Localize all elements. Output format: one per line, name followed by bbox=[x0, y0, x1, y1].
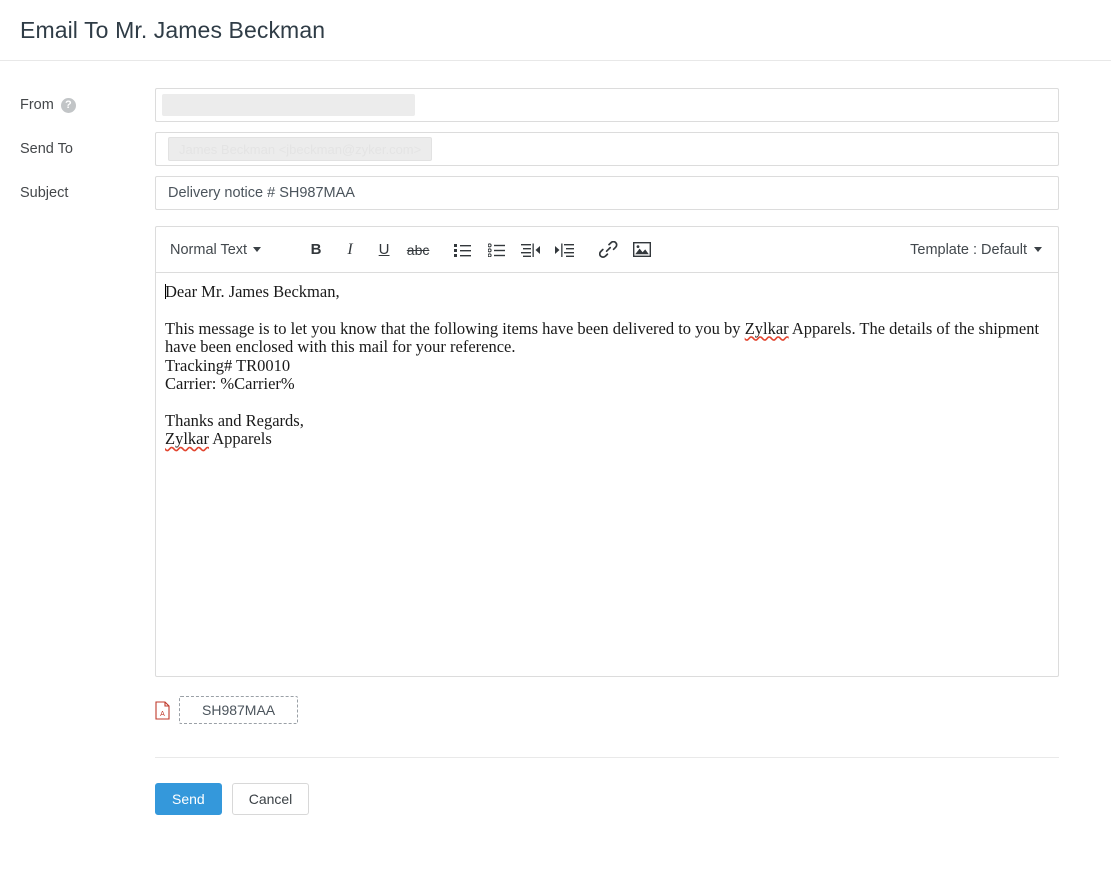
body-para1-part1: This message is to let you know that the… bbox=[165, 319, 745, 338]
numbered-list-icon[interactable] bbox=[479, 235, 513, 265]
from-field[interactable] bbox=[155, 88, 1059, 122]
from-row: From ? bbox=[0, 88, 1111, 122]
chevron-down-icon bbox=[253, 247, 261, 252]
outdent-icon[interactable] bbox=[513, 235, 547, 265]
body-blank-line-2 bbox=[165, 394, 1046, 412]
body-brand-misspelled: Zylkar bbox=[745, 319, 789, 338]
body-signoff: Thanks and Regards, bbox=[165, 412, 1046, 431]
body-blank-line-1 bbox=[165, 302, 1046, 320]
signature-rest: Apparels bbox=[209, 429, 272, 448]
footer-actions: Send Cancel bbox=[155, 783, 1111, 815]
send-to-label: Send To bbox=[20, 132, 73, 166]
page-header: Email To Mr. James Beckman bbox=[0, 0, 1111, 61]
svg-text:A: A bbox=[160, 711, 165, 718]
body-paragraph-1: This message is to let you know that the… bbox=[165, 320, 1046, 357]
signature-brand-misspelled: Zylkar bbox=[165, 429, 209, 448]
body-greeting: Dear Mr. James Beckman, bbox=[165, 282, 340, 301]
subject-row: Subject bbox=[0, 176, 1111, 210]
pdf-file-icon: A bbox=[155, 701, 170, 720]
send-button[interactable]: Send bbox=[155, 783, 222, 815]
text-style-dropdown[interactable]: Normal Text bbox=[170, 242, 261, 258]
email-compose-form: From ? Send To James Beckman <jbeckman@z… bbox=[0, 61, 1111, 815]
strikethrough-button[interactable]: abc bbox=[401, 235, 435, 265]
indent-icon[interactable] bbox=[547, 235, 581, 265]
body-tracking-line: Tracking# TR0010 bbox=[165, 357, 1046, 376]
italic-button[interactable]: I bbox=[333, 235, 367, 265]
rich-text-editor: Normal Text B I U abc bbox=[155, 226, 1059, 677]
page-title: Email To Mr. James Beckman bbox=[20, 17, 325, 44]
from-value-placeholder bbox=[162, 94, 415, 116]
underline-button[interactable]: U bbox=[367, 235, 401, 265]
link-icon[interactable] bbox=[591, 235, 625, 265]
subject-label-group: Subject bbox=[0, 176, 155, 210]
from-label: From bbox=[20, 88, 54, 122]
subject-input[interactable] bbox=[168, 185, 1046, 201]
body-signature: Zylkar Apparels bbox=[165, 430, 1046, 449]
recipient-chip[interactable]: James Beckman <jbeckman@zyker.com> bbox=[168, 137, 432, 161]
send-to-row: Send To James Beckman <jbeckman@zyker.co… bbox=[0, 132, 1111, 166]
email-body-editor[interactable]: Dear Mr. James Beckman, This message is … bbox=[155, 273, 1059, 677]
bold-button[interactable]: B bbox=[299, 235, 333, 265]
template-chevron-down-icon bbox=[1034, 247, 1042, 252]
text-style-label: Normal Text bbox=[170, 242, 247, 258]
editor-toolbar: Normal Text B I U abc bbox=[155, 226, 1059, 273]
body-greeting-line: Dear Mr. James Beckman, bbox=[165, 283, 1046, 302]
body-carrier-line: Carrier: %Carrier% bbox=[165, 375, 1046, 394]
image-icon[interactable] bbox=[625, 235, 659, 265]
subject-label: Subject bbox=[20, 176, 68, 210]
attachment-name[interactable]: SH987MAA bbox=[179, 696, 298, 724]
from-label-group: From ? bbox=[0, 88, 155, 122]
subject-field[interactable] bbox=[155, 176, 1059, 210]
template-label: Template : Default bbox=[910, 242, 1027, 258]
help-circle-icon[interactable]: ? bbox=[61, 98, 76, 113]
attachment-row: A SH987MAA bbox=[155, 696, 1111, 724]
send-to-label-group: Send To bbox=[0, 132, 155, 166]
template-dropdown[interactable]: Template : Default bbox=[910, 242, 1044, 258]
cancel-button[interactable]: Cancel bbox=[232, 783, 310, 815]
footer-divider bbox=[155, 757, 1059, 758]
bulleted-list-icon[interactable] bbox=[445, 235, 479, 265]
send-to-field[interactable]: James Beckman <jbeckman@zyker.com> bbox=[155, 132, 1059, 166]
